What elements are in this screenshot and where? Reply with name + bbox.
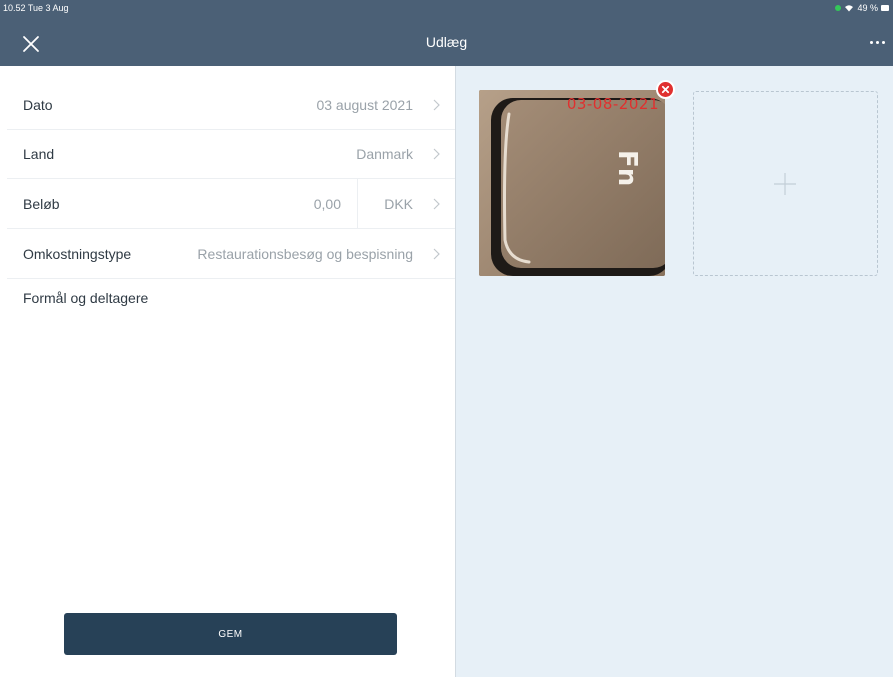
chevron-right-icon (433, 198, 440, 210)
page-title: Udlæg (425, 34, 468, 50)
more-icon-dot (881, 40, 885, 44)
status-bar: 10.52 Tue 3 Aug 49 % (0, 0, 893, 17)
chevron-right-icon (433, 248, 440, 260)
purpose-field[interactable]: Formål og deltagere (23, 290, 148, 306)
country-label: Land (23, 146, 55, 162)
battery-icon (881, 5, 889, 11)
plus-icon (774, 173, 796, 195)
panel-divider (455, 66, 456, 677)
more-options-button[interactable] (867, 36, 887, 48)
wifi-icon (845, 5, 854, 12)
receipt-photo-image: Fn (479, 90, 665, 276)
amount-input[interactable]: 0,00 (314, 196, 341, 212)
expense-type-row[interactable]: Omkostningstype Restaurationsbesøg og be… (7, 229, 455, 279)
remove-photo-button[interactable] (656, 80, 675, 99)
country-value: Danmark (356, 146, 413, 162)
status-time: 10.52 Tue 3 Aug (3, 3, 69, 13)
currency-selector[interactable]: DKK (384, 196, 413, 212)
chevron-right-icon (433, 99, 440, 111)
more-icon-dot (875, 40, 879, 44)
close-icon (661, 85, 670, 94)
battery-percent: 49 % (857, 3, 878, 13)
expense-type-value: Restaurationsbesøg og bespisning (197, 246, 413, 262)
date-label: Dato (23, 97, 53, 113)
key-label: Fn (612, 150, 642, 186)
receipt-photo[interactable]: Fn 03-08-2021 (479, 90, 665, 276)
chevron-right-icon (433, 148, 440, 160)
expense-type-label: Omkostningstype (23, 246, 132, 262)
country-row[interactable]: Land Danmark (7, 129, 455, 179)
date-row[interactable]: Dato 03 august 2021 (7, 80, 455, 130)
amount-separator (357, 179, 358, 229)
save-button[interactable]: GEM (64, 613, 397, 655)
more-icon-dot (869, 40, 873, 44)
recording-dot-icon (835, 5, 842, 11)
status-indicators: 49 % (835, 3, 889, 13)
receipt-date-stamp: 03-08-2021 (566, 95, 659, 113)
date-value: 03 august 2021 (316, 97, 413, 113)
amount-row: Beløb 0,00 DKK (7, 179, 455, 229)
amount-label: Beløb (23, 196, 60, 212)
add-photo-button[interactable] (693, 91, 878, 276)
